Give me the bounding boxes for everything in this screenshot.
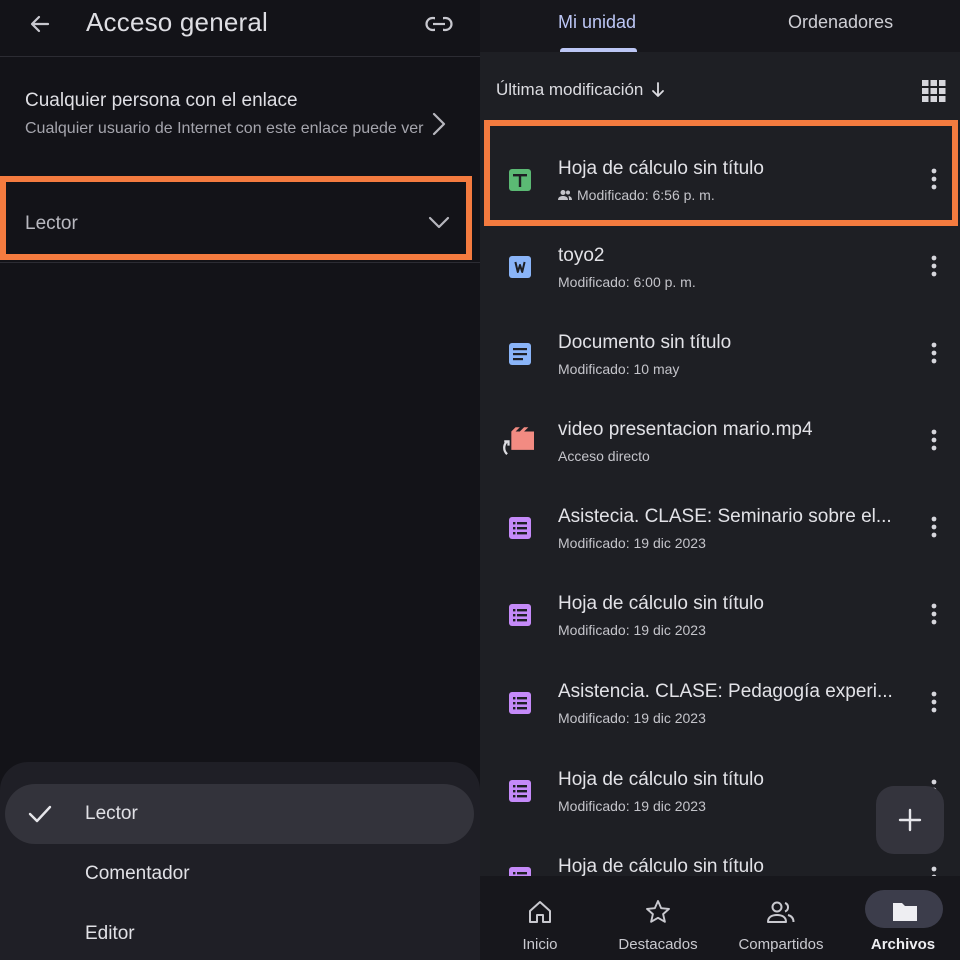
plus-icon (898, 808, 922, 832)
tab-my-drive[interactable]: Mi unidad (558, 12, 636, 33)
more-vert-icon[interactable] (924, 514, 944, 540)
check-icon (28, 805, 52, 823)
sort-label: Última modificación (496, 80, 644, 99)
file-row[interactable]: Asistecia. CLASE: Seminario sobre el... … (480, 484, 960, 571)
nav-files[interactable]: Archivos (843, 876, 960, 960)
file-row[interactable]: Hoja de cálculo sin título Modificado: 1… (480, 571, 960, 658)
file-meta: Modificado: 19 dic 2023 (558, 535, 706, 551)
file-name: Asistecia. CLASE: Seminario sobre el... (558, 506, 892, 527)
page-title: Acceso general (86, 7, 269, 37)
file-name: Documento sin título (558, 332, 732, 353)
more-vert-icon[interactable] (924, 427, 944, 453)
grid-view-icon[interactable] (922, 80, 946, 102)
word-doc-icon (509, 256, 531, 278)
more-vert-icon[interactable] (924, 253, 944, 279)
file-row[interactable]: Asistencia. CLASE: Pedagogía experi... M… (480, 659, 960, 746)
nav-shared[interactable]: Compartidos (721, 876, 841, 960)
role-option-editor[interactable]: Editor (5, 904, 474, 960)
link-access-option[interactable]: Cualquier persona con el enlace Cualquie… (0, 78, 480, 174)
more-vert-icon[interactable] (924, 689, 944, 715)
nav-label: Compartidos (738, 936, 824, 953)
role-option-label: Lector (85, 803, 138, 824)
file-row[interactable]: video presentacion mario.mp4 Acceso dire… (480, 397, 960, 484)
star-icon (642, 898, 674, 926)
role-option-lector[interactable]: Lector (5, 784, 474, 844)
role-dropdown-value: Lector (25, 213, 78, 234)
file-modified: Modificado: 19 dic 2023 (558, 710, 706, 726)
shared-people-icon (558, 190, 572, 200)
file-row[interactable]: Hoja de cálculo sin título Modificado: 6… (480, 136, 960, 223)
sort-button[interactable]: Última modificación (496, 80, 665, 100)
file-name: Hoja de cálculo sin título (558, 158, 764, 179)
file-meta: Modificado: 19 dic 2023 (558, 710, 706, 726)
file-meta: Modificado: 6:56 p. m. (558, 187, 715, 203)
file-name: video presentacion mario.mp4 (558, 419, 813, 440)
file-modified: Modificado: 19 dic 2023 (558, 622, 706, 638)
chevron-right-icon (432, 112, 446, 136)
tab-active-indicator (560, 48, 637, 52)
arrow-back-icon (30, 15, 50, 33)
file-name: toyo2 (558, 245, 605, 266)
header-divider (0, 56, 480, 57)
video-shortcut-icon (503, 427, 534, 456)
forms-icon (509, 780, 531, 802)
forms-icon (509, 867, 531, 876)
nav-label: Inicio (522, 936, 558, 953)
file-row[interactable]: Documento sin título Modificado: 10 may (480, 310, 960, 397)
more-vert-icon[interactable] (924, 166, 944, 192)
file-meta: Modificado: 10 may (558, 361, 679, 377)
role-option-label: Editor (85, 923, 135, 944)
file-row[interactable]: toyo2 Modificado: 6:00 p. m. (480, 223, 960, 310)
nav-label: Archivos (870, 936, 936, 953)
arrow-down-icon (652, 82, 665, 97)
file-meta: Acceso directo (558, 448, 650, 464)
link-icon (425, 16, 453, 32)
sheets-icon (509, 169, 531, 191)
bottom-navigation: Inicio Destacados Compartidos Archivos (480, 876, 960, 960)
role-options-sheet: Lector Comentador Editor (0, 762, 480, 960)
new-file-fab[interactable] (876, 786, 944, 854)
role-option-label: Comentador (85, 863, 190, 884)
general-access-panel: Acceso general Cualquier persona con el … (0, 0, 480, 960)
forms-icon (509, 604, 531, 626)
docs-icon (509, 343, 531, 365)
role-dropdown[interactable]: Lector (0, 176, 472, 260)
role-option-comentador[interactable]: Comentador (5, 844, 474, 904)
more-vert-icon[interactable] (924, 864, 944, 876)
file-meta: Modificado: 19 dic 2023 (558, 798, 706, 814)
file-meta: Modificado: 6:00 p. m. (558, 274, 696, 290)
file-name: Hoja de cálculo sin título (558, 856, 764, 876)
nav-label: Destacados (618, 936, 698, 953)
more-vert-icon[interactable] (924, 601, 944, 627)
general-access-header: Acceso general (0, 0, 480, 52)
copy-link-button[interactable] (422, 8, 456, 40)
file-modified: Modificado: 10 may (558, 361, 680, 377)
file-modified: Modificado: 6:00 p. m. (558, 274, 696, 290)
nav-home[interactable]: Inicio (480, 876, 600, 960)
file-name: Hoja de cálculo sin título (558, 593, 764, 614)
file-name: Asistencia. CLASE: Pedagogía experi... (558, 681, 893, 702)
drive-tabs: Mi unidad Ordenadores (480, 0, 960, 52)
tab-computers[interactable]: Ordenadores (788, 12, 893, 33)
people-icon (765, 898, 797, 926)
chevron-down-icon (428, 216, 450, 229)
forms-icon (509, 517, 531, 539)
file-modified: Acceso directo (558, 448, 650, 464)
back-button[interactable] (24, 8, 56, 40)
access-title: Cualquier persona con el enlace (25, 90, 298, 111)
file-modified: Modificado: 19 dic 2023 (558, 535, 706, 551)
file-meta: Modificado: 19 dic 2023 (558, 622, 706, 638)
forms-icon (509, 692, 531, 714)
role-divider (0, 262, 480, 263)
home-icon (524, 898, 556, 926)
file-modified: Modificado: 6:56 p. m. (577, 187, 715, 203)
more-vert-icon[interactable] (924, 340, 944, 366)
access-description: Cualquier usuario de Internet con este e… (25, 120, 424, 137)
file-modified: Modificado: 19 dic 2023 (558, 798, 706, 814)
file-name: Hoja de cálculo sin título (558, 769, 764, 790)
folder-icon (889, 898, 921, 926)
nav-starred[interactable]: Destacados (598, 876, 718, 960)
drive-files-panel: Mi unidad Ordenadores Última modificació… (480, 0, 960, 960)
